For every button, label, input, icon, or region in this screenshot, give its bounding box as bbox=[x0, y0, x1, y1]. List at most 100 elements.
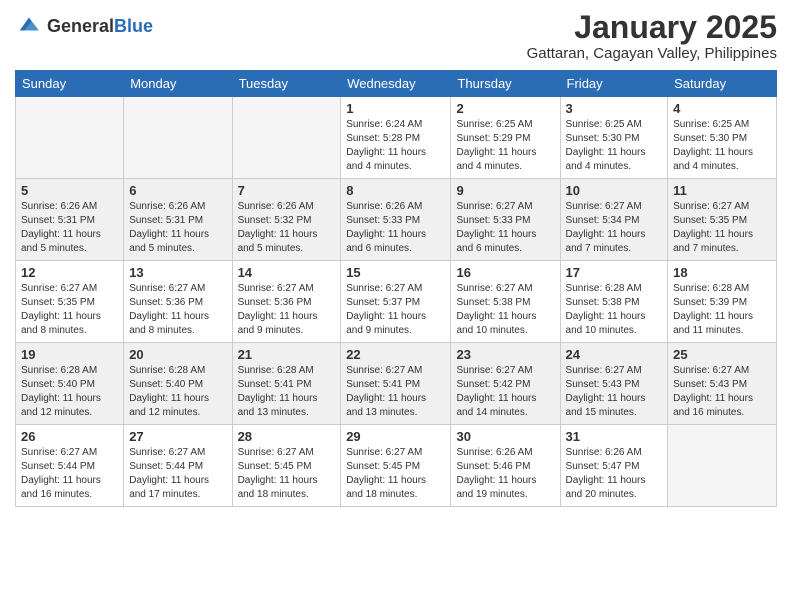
table-row: 17 Sunrise: 6:28 AMSunset: 5:38 PMDayligh… bbox=[560, 261, 668, 343]
calendar-week-row: 12 Sunrise: 6:27 AMSunset: 5:35 PMDayligh… bbox=[16, 261, 777, 343]
header-thursday: Thursday bbox=[451, 71, 560, 97]
table-row bbox=[124, 97, 232, 179]
day-info: Sunrise: 6:24 AMSunset: 5:28 PMDaylight:… bbox=[346, 118, 445, 174]
header-friday: Friday bbox=[560, 71, 668, 97]
table-row: 15 Sunrise: 6:27 AMSunset: 5:37 PMDayligh… bbox=[341, 261, 451, 343]
day-info: Sunrise: 6:27 AMSunset: 5:35 PMDaylight:… bbox=[21, 282, 118, 338]
table-row: 11Sunrise: 6:27 AMSunset: 5:35 PMDayligh… bbox=[668, 179, 777, 261]
day-number: 31 bbox=[566, 429, 663, 444]
day-number: 12 bbox=[21, 265, 118, 280]
day-number: 1 bbox=[346, 101, 445, 116]
table-row: 28 Sunrise: 6:27 AMSunset: 5:45 PMDayligh… bbox=[232, 425, 341, 507]
day-number: 30 bbox=[456, 429, 554, 444]
table-row: 1 Sunrise: 6:24 AMSunset: 5:28 PMDaylight… bbox=[341, 97, 451, 179]
day-info: Sunrise: 6:27 AMSunset: 5:34 PMDaylight:… bbox=[566, 200, 663, 256]
day-number: 26 bbox=[21, 429, 118, 444]
day-number: 21 bbox=[238, 347, 336, 362]
table-row: 31 Sunrise: 6:26 AMSunset: 5:47 PMDayligh… bbox=[560, 425, 668, 507]
day-number: 2 bbox=[456, 101, 554, 116]
table-row: 6 Sunrise: 6:26 AMSunset: 5:31 PMDaylight… bbox=[124, 179, 232, 261]
day-info: Sunrise: 6:26 AMSunset: 5:47 PMDaylight:… bbox=[566, 446, 663, 502]
day-number: 15 bbox=[346, 265, 445, 280]
logo-icon bbox=[15, 10, 43, 43]
day-info: Sunrise: 6:28 AMSunset: 5:38 PMDaylight:… bbox=[566, 282, 663, 338]
day-number: 20 bbox=[129, 347, 226, 362]
day-number: 9 bbox=[456, 183, 554, 198]
day-number: 17 bbox=[566, 265, 663, 280]
day-number: 25 bbox=[673, 347, 771, 362]
day-number: 28 bbox=[238, 429, 336, 444]
table-row: 25 Sunrise: 6:27 AMSunset: 5:43 PMDayligh… bbox=[668, 343, 777, 425]
table-row: 10 Sunrise: 6:27 AMSunset: 5:34 PMDayligh… bbox=[560, 179, 668, 261]
calendar-header-row: Sunday Monday Tuesday Wednesday Thursday… bbox=[16, 71, 777, 97]
day-number: 22 bbox=[346, 347, 445, 362]
table-row: 5 Sunrise: 6:26 AMSunset: 5:31 PMDaylight… bbox=[16, 179, 124, 261]
location-title: Gattaran, Cagayan Valley, Philippines bbox=[527, 45, 777, 62]
table-row: 13Sunrise: 6:27 AMSunset: 5:36 PMDayligh… bbox=[124, 261, 232, 343]
table-row: 2Sunrise: 6:25 AMSunset: 5:29 PMDaylight… bbox=[451, 97, 560, 179]
calendar-week-row: 19 Sunrise: 6:28 AMSunset: 5:40 PMDayligh… bbox=[16, 343, 777, 425]
day-info: Sunrise: 6:27 AMSunset: 5:43 PMDaylight:… bbox=[566, 364, 663, 420]
calendar-week-row: 1 Sunrise: 6:24 AMSunset: 5:28 PMDaylight… bbox=[16, 97, 777, 179]
table-row: 8 Sunrise: 6:26 AMSunset: 5:33 PMDaylight… bbox=[341, 179, 451, 261]
table-row: 16 Sunrise: 6:27 AMSunset: 5:38 PMDayligh… bbox=[451, 261, 560, 343]
table-row: 7Sunrise: 6:26 AMSunset: 5:32 PMDaylight… bbox=[232, 179, 341, 261]
logo: GeneralBlue bbox=[15, 10, 153, 43]
table-row: 20Sunrise: 6:28 AMSunset: 5:40 PMDayligh… bbox=[124, 343, 232, 425]
table-row: 4Sunrise: 6:25 AMSunset: 5:30 PMDaylight… bbox=[668, 97, 777, 179]
header-wednesday: Wednesday bbox=[341, 71, 451, 97]
table-row: 3 Sunrise: 6:25 AMSunset: 5:30 PMDaylight… bbox=[560, 97, 668, 179]
logo-general: GeneralBlue bbox=[47, 17, 153, 37]
day-info: Sunrise: 6:25 AMSunset: 5:30 PMDaylight:… bbox=[673, 118, 771, 174]
day-info: Sunrise: 6:27 AMSunset: 5:38 PMDaylight:… bbox=[456, 282, 554, 338]
day-info: Sunrise: 6:28 AMSunset: 5:39 PMDaylight:… bbox=[673, 282, 771, 338]
day-info: Sunrise: 6:27 AMSunset: 5:41 PMDaylight:… bbox=[346, 364, 445, 420]
table-row bbox=[232, 97, 341, 179]
month-title: January 2025 bbox=[527, 10, 777, 45]
day-number: 19 bbox=[21, 347, 118, 362]
table-row: 18 Sunrise: 6:28 AMSunset: 5:39 PMDayligh… bbox=[668, 261, 777, 343]
day-info: Sunrise: 6:27 AMSunset: 5:42 PMDaylight:… bbox=[456, 364, 554, 420]
day-number: 5 bbox=[21, 183, 118, 198]
day-info: Sunrise: 6:27 AMSunset: 5:45 PMDaylight:… bbox=[238, 446, 336, 502]
page: GeneralBlue January 2025 Gattaran, Cagay… bbox=[0, 0, 792, 612]
day-info: Sunrise: 6:26 AMSunset: 5:31 PMDaylight:… bbox=[21, 200, 118, 256]
day-info: Sunrise: 6:27 AMSunset: 5:44 PMDaylight:… bbox=[21, 446, 118, 502]
day-info: Sunrise: 6:27 AMSunset: 5:37 PMDaylight:… bbox=[346, 282, 445, 338]
day-number: 3 bbox=[566, 101, 663, 116]
day-number: 27 bbox=[129, 429, 226, 444]
table-row: 27 Sunrise: 6:27 AMSunset: 5:44 PMDayligh… bbox=[124, 425, 232, 507]
table-row: 12 Sunrise: 6:27 AMSunset: 5:35 PMDayligh… bbox=[16, 261, 124, 343]
day-info: Sunrise: 6:28 AMSunset: 5:40 PMDaylight:… bbox=[21, 364, 118, 420]
table-row: 26 Sunrise: 6:27 AMSunset: 5:44 PMDayligh… bbox=[16, 425, 124, 507]
day-number: 7 bbox=[238, 183, 336, 198]
day-info: Sunrise: 6:27 AMSunset: 5:45 PMDaylight:… bbox=[346, 446, 445, 502]
day-number: 8 bbox=[346, 183, 445, 198]
header-monday: Monday bbox=[124, 71, 232, 97]
day-number: 10 bbox=[566, 183, 663, 198]
table-row bbox=[668, 425, 777, 507]
day-info: Sunrise: 6:27 AMSunset: 5:33 PMDaylight:… bbox=[456, 200, 554, 256]
day-number: 18 bbox=[673, 265, 771, 280]
day-number: 16 bbox=[456, 265, 554, 280]
day-info: Sunrise: 6:26 AMSunset: 5:31 PMDaylight:… bbox=[129, 200, 226, 256]
table-row: 30Sunrise: 6:26 AMSunset: 5:46 PMDayligh… bbox=[451, 425, 560, 507]
day-number: 24 bbox=[566, 347, 663, 362]
day-number: 14 bbox=[238, 265, 336, 280]
table-row: 19 Sunrise: 6:28 AMSunset: 5:40 PMDayligh… bbox=[16, 343, 124, 425]
table-row bbox=[16, 97, 124, 179]
day-info: Sunrise: 6:26 AMSunset: 5:33 PMDaylight:… bbox=[346, 200, 445, 256]
day-info: Sunrise: 6:27 AMSunset: 5:36 PMDaylight:… bbox=[238, 282, 336, 338]
day-number: 29 bbox=[346, 429, 445, 444]
header-sunday: Sunday bbox=[16, 71, 124, 97]
calendar-week-row: 5 Sunrise: 6:26 AMSunset: 5:31 PMDaylight… bbox=[16, 179, 777, 261]
table-row: 21Sunrise: 6:28 AMSunset: 5:41 PMDayligh… bbox=[232, 343, 341, 425]
day-info: Sunrise: 6:27 AMSunset: 5:44 PMDaylight:… bbox=[129, 446, 226, 502]
calendar-week-row: 26 Sunrise: 6:27 AMSunset: 5:44 PMDayligh… bbox=[16, 425, 777, 507]
day-info: Sunrise: 6:25 AMSunset: 5:30 PMDaylight:… bbox=[566, 118, 663, 174]
day-info: Sunrise: 6:27 AMSunset: 5:43 PMDaylight:… bbox=[673, 364, 771, 420]
day-number: 11 bbox=[673, 183, 771, 198]
day-number: 13 bbox=[129, 265, 226, 280]
day-number: 6 bbox=[129, 183, 226, 198]
header: GeneralBlue January 2025 Gattaran, Cagay… bbox=[15, 10, 777, 62]
